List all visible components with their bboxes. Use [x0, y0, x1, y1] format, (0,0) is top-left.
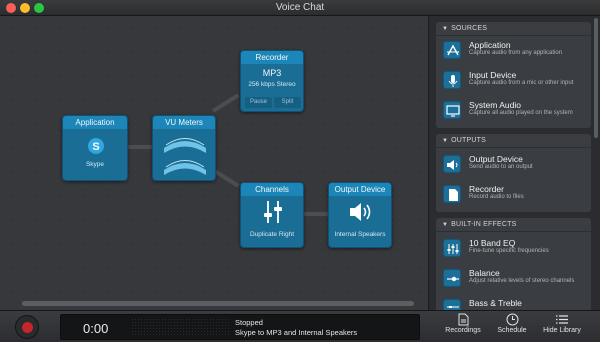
wire-channels-output	[303, 212, 329, 216]
library-item-title: Input Device	[469, 70, 517, 80]
section-title: BUILT-IN EFFECTS	[451, 221, 517, 228]
list-icon	[556, 315, 568, 324]
recordings-label: Recordings	[445, 327, 481, 334]
title-bar: Voice Chat	[0, 0, 600, 16]
bass-treble-icon	[443, 299, 461, 310]
node-title: Application	[63, 116, 127, 129]
skype-icon: S	[88, 138, 104, 154]
clock-icon	[506, 313, 518, 326]
channel-sliders-icon	[264, 201, 282, 223]
split-button[interactable]: Split	[274, 97, 301, 108]
library-item-title: Recorder	[469, 184, 504, 194]
pause-button[interactable]: Pause	[245, 97, 272, 108]
node-title: Output Device	[329, 183, 391, 196]
recorder-format: MP3	[262, 68, 282, 78]
status-text: Stopped	[235, 318, 263, 327]
recorder-quality: 256 kbps Stereo	[248, 81, 296, 88]
microphone-icon	[443, 71, 461, 89]
library-item-description: Fine-tune specific frequencies	[469, 248, 549, 254]
record-button[interactable]	[15, 315, 39, 339]
hide-library-button[interactable]: Hide Library	[538, 313, 586, 341]
library-item-description: Capture audio from a mic or other input	[469, 80, 574, 86]
library-item-description: Adjust relative levels of stereo channel…	[469, 278, 575, 284]
node-title: Recorder	[241, 51, 303, 64]
library-item-10-band-eq[interactable]: 10 Band EQ Fine-tune specific frequencie…	[436, 235, 591, 263]
library-item-balance[interactable]: Balance Adjust relative levels of stereo…	[436, 265, 591, 293]
recordings-icon	[458, 313, 469, 326]
speaker-icon	[350, 203, 371, 221]
window-title: Voice Chat	[275, 2, 325, 13]
status-detail: Skype to MP3 and Internal Speakers	[235, 328, 358, 337]
node-label: Internal Speakers	[334, 231, 386, 238]
library-item-title: Output Device	[469, 154, 523, 164]
svg-text:S: S	[92, 141, 99, 153]
canvas-horizontal-scrollbar[interactable]	[22, 301, 414, 306]
balance-icon	[443, 269, 461, 287]
built-in-effects-header[interactable]: ▼ BUILT-IN EFFECTS	[436, 218, 591, 232]
transport-bar: 0:00 Stopped Skype to MP3 and Internal S…	[0, 310, 600, 342]
level-meter	[131, 318, 229, 337]
library-item-title: Balance	[469, 268, 500, 278]
wire-application-vu	[127, 145, 153, 149]
library-item-description: Record audio to files	[469, 194, 524, 200]
library-item-bass-treble[interactable]: Bass & Treble	[436, 295, 591, 310]
chevron-down-icon: ▼	[442, 222, 449, 228]
library-item-title: Application	[469, 40, 511, 50]
hide-library-label: Hide Library	[543, 327, 581, 334]
library-item-system-audio[interactable]: System Audio Capture all audio played on…	[436, 97, 591, 125]
schedule-label: Schedule	[497, 327, 527, 334]
wire-vu-channels	[211, 168, 240, 188]
section-title: OUTPUTS	[451, 137, 486, 144]
library-item-title: System Audio	[469, 100, 521, 110]
node-label: Skype	[85, 161, 105, 168]
output-device-node[interactable]: Output Device Internal Speakers	[328, 182, 392, 248]
library-vertical-scrollbar[interactable]	[594, 18, 598, 138]
library-item-output-device[interactable]: Output Device Send audio to an output	[436, 151, 591, 179]
node-label: Duplicate Right	[249, 231, 295, 238]
vu-meters-node[interactable]: VU Meters	[152, 115, 216, 181]
library-item-input-device[interactable]: Input Device Capture audio from a mic or…	[436, 67, 591, 95]
recorder-node[interactable]: Recorder MP3 256 kbps Stereo Pause Split	[240, 50, 304, 112]
node-title: Channels	[241, 183, 303, 196]
sources-header[interactable]: ▼ SOURCES	[436, 22, 591, 36]
library-item-application[interactable]: Application Capture audio from any appli…	[436, 37, 591, 65]
recording-timer: 0:00	[83, 321, 109, 336]
vu-meter-icon	[164, 138, 206, 175]
sources-section: ▼ SOURCES Application Capture audio from …	[436, 22, 591, 128]
library-item-description: Send audio to an output	[469, 164, 533, 170]
equalizer-icon	[443, 239, 461, 257]
outputs-section: ▼ OUTPUTS Output Device Send audio to an …	[436, 134, 591, 212]
recordings-button[interactable]: Recordings	[440, 313, 486, 341]
schedule-button[interactable]: Schedule	[492, 313, 532, 341]
library-item-description: Capture audio from any application	[469, 50, 563, 56]
wire-vu-recorder	[211, 93, 240, 113]
built-in-effects-section: ▼ BUILT-IN EFFECTS 10 Band EQ Fine-tune s…	[436, 218, 591, 310]
node-title: VU Meters	[153, 116, 215, 129]
pipeline-canvas[interactable]: Application S Skype VU Meters Recorder M…	[0, 16, 428, 310]
application-icon	[443, 41, 461, 59]
file-icon	[443, 185, 461, 203]
section-title: SOURCES	[451, 25, 488, 32]
chevron-down-icon: ▼	[442, 26, 449, 32]
library-item-title: 10 Band EQ	[469, 238, 516, 248]
channels-node[interactable]: Channels Duplicate Right	[240, 182, 304, 248]
library-item-recorder[interactable]: Recorder Record audio to files	[436, 181, 591, 209]
library-item-description: Capture all audio played on the system	[469, 110, 573, 116]
library-item-title: Bass & Treble	[469, 298, 522, 308]
chevron-down-icon: ▼	[442, 138, 449, 144]
status-display: 0:00 Stopped Skype to MP3 and Internal S…	[60, 314, 420, 340]
monitor-icon	[443, 101, 461, 119]
application-node[interactable]: Application S Skype	[62, 115, 128, 181]
library-sidebar: ▼ SOURCES Application Capture audio from …	[428, 16, 600, 310]
speaker-icon	[443, 155, 461, 173]
outputs-header[interactable]: ▼ OUTPUTS	[436, 134, 591, 148]
